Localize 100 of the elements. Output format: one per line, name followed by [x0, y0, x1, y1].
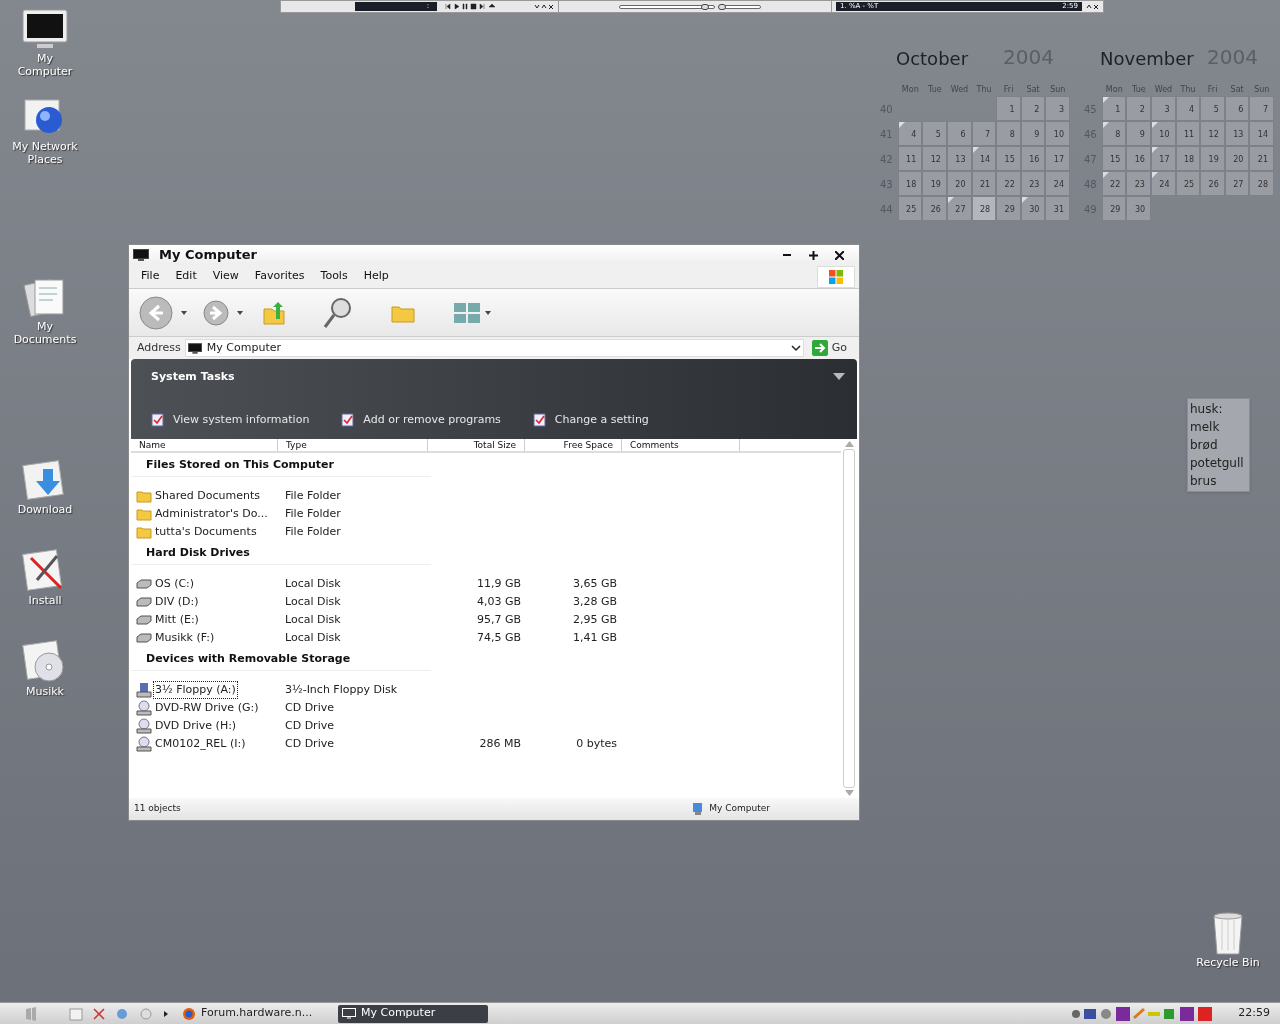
calendar-day[interactable]: 30	[1126, 196, 1152, 221]
calendar-day[interactable]: 12	[922, 146, 947, 171]
desktop-icon-label[interactable]: My Network Places	[5, 140, 85, 166]
calendar-day[interactable]: 23	[1126, 171, 1151, 196]
calendar-day[interactable]: 7	[1249, 96, 1274, 121]
calendar-day[interactable]: 9	[1020, 121, 1046, 146]
column-header[interactable]: Total Size	[428, 439, 525, 451]
file-name[interactable]: DVD-RW Drive (G:)	[154, 699, 260, 717]
menu-item[interactable]: File	[133, 268, 168, 285]
calendar-day[interactable]: 18	[897, 171, 923, 196]
calendar-day[interactable]: 11	[1175, 121, 1201, 146]
calendar-day[interactable]: 2	[1020, 96, 1046, 121]
go-button[interactable]: Go	[807, 339, 851, 357]
window-controls-icon[interactable]	[534, 3, 554, 10]
start-button[interactable]	[24, 1006, 38, 1021]
calendar-day[interactable]: 11	[897, 146, 923, 171]
column-header[interactable]: Name	[131, 439, 278, 451]
file-name[interactable]: Mitt (E:)	[154, 611, 200, 629]
window-controls-icon[interactable]	[1086, 3, 1099, 10]
menu-item[interactable]: Edit	[167, 268, 205, 285]
back-button[interactable]	[139, 295, 173, 330]
calendar-day[interactable]: 6	[1224, 96, 1250, 121]
caret-icon[interactable]	[485, 310, 491, 315]
calendar-day[interactable]: 9	[1126, 121, 1151, 146]
calendar-day[interactable]: 26	[1200, 171, 1225, 196]
calendar-day[interactable]: 19	[922, 171, 947, 196]
calendar-day[interactable]: 1	[995, 96, 1021, 121]
calendar-day[interactable]: 13	[946, 146, 972, 171]
calendar-day[interactable]: 28	[971, 196, 997, 221]
calendar-day[interactable]: 14	[1249, 121, 1274, 146]
calendar-day[interactable]: 24	[1150, 171, 1176, 196]
taskbar-button[interactable]: My Computer	[338, 1004, 488, 1023]
file-name[interactable]: tutta's Documents	[154, 523, 258, 541]
calendar-day[interactable]: 5	[922, 121, 947, 146]
calendar-day[interactable]: 23	[1020, 171, 1046, 196]
calendar-day[interactable]: 6	[946, 121, 972, 146]
caret-icon[interactable]	[181, 310, 187, 315]
forward-button[interactable]	[203, 299, 229, 326]
menu-item[interactable]: Favorites	[246, 268, 313, 285]
calendar-day[interactable]: 7	[971, 121, 997, 146]
close-button[interactable]	[833, 250, 845, 260]
calendar-day[interactable]: 19	[1200, 146, 1225, 171]
file-name[interactable]: Shared Documents	[154, 487, 261, 505]
calendar-day[interactable]: 13	[1224, 121, 1250, 146]
calendar-day[interactable]: 16	[1020, 146, 1046, 171]
calendar-day[interactable]: 30	[1020, 196, 1046, 221]
maximize-button[interactable]	[807, 250, 819, 260]
search-button[interactable]	[323, 296, 353, 329]
file-name[interactable]: DIV (D:)	[154, 593, 200, 611]
menu-item[interactable]: Help	[355, 268, 397, 285]
calendar-day[interactable]: 3	[1045, 96, 1070, 121]
calendar-day[interactable]: 16	[1126, 146, 1151, 171]
calendar-day[interactable]: 15	[1101, 146, 1127, 171]
file-name[interactable]: Musikk (F:)	[154, 629, 216, 647]
calendar-day[interactable]: 27	[1224, 171, 1250, 196]
calendar-day[interactable]: 4	[1175, 96, 1201, 121]
desktop-icon-label[interactable]: Download	[5, 503, 85, 516]
calendar-day[interactable]: 14	[971, 146, 997, 171]
calendar-day[interactable]: 4	[897, 121, 923, 146]
file-name[interactable]: DVD Drive (H:)	[154, 717, 238, 735]
collapse-icon[interactable]	[833, 373, 845, 382]
calendar-day[interactable]: 8	[996, 121, 1021, 146]
calendar-day[interactable]: 28	[1249, 171, 1274, 196]
calendar-day[interactable]: 25	[1175, 171, 1201, 196]
file-name[interactable]: OS (C:)	[154, 575, 196, 593]
calendar-day[interactable]: 21	[1249, 146, 1274, 171]
calendar-day[interactable]: 21	[971, 171, 997, 196]
column-header[interactable]: Type	[278, 439, 428, 451]
desktop-icon-label[interactable]: Musikk	[5, 685, 85, 698]
calendar-day[interactable]: 26	[922, 196, 947, 221]
calendar-day[interactable]: 31	[1045, 196, 1070, 221]
calendar-day[interactable]: 22	[996, 171, 1021, 196]
file-name[interactable]: Administrator's Do...	[154, 505, 269, 523]
calendar-day[interactable]: 22	[1101, 171, 1127, 196]
address-field[interactable]: My Computer	[184, 339, 804, 357]
task-link[interactable]: Add or remove programs	[363, 411, 501, 428]
menu-item[interactable]: Tools	[312, 268, 356, 285]
folder-up-button[interactable]	[263, 300, 285, 325]
calendar-day[interactable]: 24	[1045, 171, 1070, 196]
calendar-day[interactable]: 29	[1101, 196, 1127, 221]
column-header[interactable]: Comments	[622, 439, 740, 451]
calendar-day[interactable]: 1	[1101, 96, 1127, 121]
desktop-icon-label[interactable]: Install	[5, 594, 85, 607]
task-link[interactable]: View system information	[173, 411, 310, 428]
menu-item[interactable]: View	[204, 268, 247, 285]
calendar-day[interactable]: 8	[1101, 121, 1127, 146]
taskbar-button[interactable]: Forum.hardware.n...	[178, 1004, 328, 1023]
calendar-day[interactable]: 17	[1045, 146, 1070, 171]
file-name[interactable]: 3½ Floppy (A:)	[154, 681, 237, 699]
calendar-day[interactable]: 10	[1150, 121, 1176, 146]
calendar-day[interactable]: 5	[1200, 96, 1225, 121]
calendar-day[interactable]: 29	[996, 196, 1021, 221]
desktop-icon-label[interactable]: My Computer	[5, 52, 85, 78]
task-link[interactable]: Change a setting	[554, 411, 649, 428]
calendar-day[interactable]: 2	[1126, 96, 1151, 121]
calendar-day[interactable]: 18	[1175, 146, 1201, 171]
calendar-day[interactable]: 10	[1045, 121, 1070, 146]
caret-icon[interactable]	[237, 310, 243, 315]
chevron-right-icon[interactable]	[164, 1010, 168, 1017]
chevron-down-icon[interactable]	[790, 344, 801, 352]
